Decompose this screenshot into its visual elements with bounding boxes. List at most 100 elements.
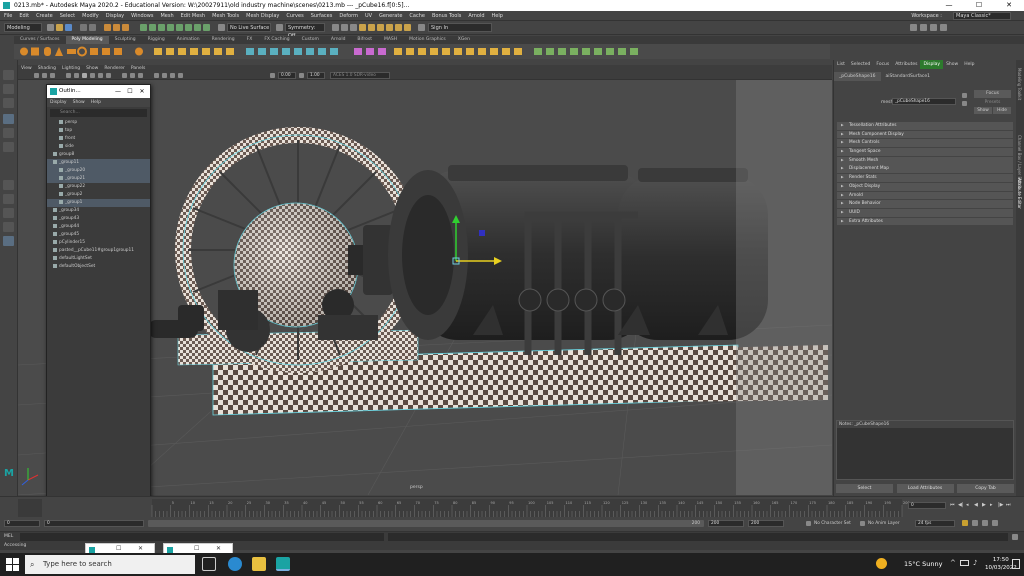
scale-tool-icon[interactable] — [3, 142, 14, 152]
ae-menu-selected[interactable]: Selected — [848, 60, 874, 69]
ae-tab-material[interactable]: aiStandardSurface1 — [881, 72, 936, 81]
snap-point-icon[interactable] — [167, 24, 174, 31]
conform-icon[interactable] — [570, 48, 578, 55]
shelf-tab-rigging[interactable]: Rigging — [142, 36, 171, 44]
outliner-item[interactable]: persp — [47, 119, 150, 127]
menu-help[interactable]: Help — [492, 13, 503, 19]
outliner-item[interactable]: _group11 — [47, 159, 150, 167]
exposure-field[interactable]: 0.00 — [278, 72, 296, 79]
live-surface-dropdown[interactable]: No Live Surface — [227, 23, 271, 32]
lights-icon[interactable] — [98, 73, 103, 78]
outliner-item[interactable]: defaultObjectSet — [47, 263, 150, 271]
windows-start-icon[interactable] — [6, 558, 20, 572]
go-to-start-icon[interactable]: ⏮ — [950, 502, 958, 508]
center-pivot-icon[interactable] — [618, 48, 626, 55]
attribute-section-header[interactable]: Render Stats — [837, 174, 1013, 182]
camera-attributes-icon[interactable] — [42, 73, 47, 78]
shelf-tab-custom[interactable]: Custom — [296, 36, 325, 44]
mesh-name-field[interactable]: _pCubeShape16 — [892, 98, 956, 105]
script-editor-icon[interactable] — [1012, 534, 1018, 540]
gamma-field[interactable]: 1.00 — [307, 72, 325, 79]
menu-create[interactable]: Create — [36, 13, 53, 19]
shelf-tab-curves-surfaces[interactable]: Curves / Surfaces — [14, 36, 66, 44]
play-forwards-icon[interactable]: ▶ — [982, 502, 990, 508]
ae-menu-focus[interactable]: Focus — [873, 60, 892, 69]
menu-mesh[interactable]: Mesh — [160, 13, 173, 19]
persp-outliner-layout-icon[interactable] — [3, 236, 14, 246]
outliner-item[interactable]: _group43 — [47, 215, 150, 223]
attribute-section-header[interactable]: Displacement Map — [837, 165, 1013, 174]
attribute-section-header[interactable]: Extra Attributes — [837, 217, 1013, 226]
menu-set-dropdown[interactable]: Modeling — [4, 23, 42, 32]
select-object-icon[interactable] — [113, 24, 120, 31]
slide-edge-icon[interactable] — [430, 48, 438, 55]
isolate-select-icon[interactable] — [122, 73, 127, 78]
super-shape-icon[interactable] — [114, 48, 122, 55]
shelf-tab-poly-modeling[interactable]: Poly Modeling — [65, 36, 109, 44]
open-scene-icon[interactable] — [56, 24, 63, 31]
snap-view-icon[interactable] — [203, 24, 210, 31]
attribute-section-header[interactable]: Node Behavior — [837, 200, 1013, 208]
snap-grid-icon[interactable] — [149, 24, 156, 31]
shelf-tab-mash[interactable]: MASH — [378, 36, 403, 44]
animation-prefs-icon[interactable] — [992, 520, 998, 526]
fill-hole-icon[interactable] — [282, 48, 290, 55]
outliner-item[interactable]: _group1 — [47, 199, 150, 207]
shelf-tab-bifrost[interactable]: Bifrost — [351, 36, 378, 44]
menu-deform[interactable]: Deform — [339, 13, 358, 19]
playback-end-field[interactable]: 200 — [708, 520, 744, 527]
uv-editor-icon[interactable] — [378, 48, 386, 55]
new-scene-icon[interactable] — [47, 24, 54, 31]
battery-icon[interactable] — [960, 560, 969, 566]
vp-menu-lighting[interactable]: Lighting — [59, 65, 83, 72]
maximize-button[interactable]: ☐ — [964, 0, 994, 11]
ae-menu-show[interactable]: Show — [943, 60, 961, 69]
poly-cube-icon[interactable] — [31, 47, 39, 56]
sound-icon[interactable] — [972, 520, 978, 526]
load-attributes-button[interactable]: Load Attributes — [896, 484, 954, 493]
attribute-section-header[interactable]: Mesh Controls — [837, 139, 1013, 148]
select-button[interactable]: Select — [836, 484, 893, 493]
undo-icon[interactable] — [80, 24, 87, 31]
duplicate-face-icon[interactable] — [466, 48, 474, 55]
character-set-dropdown[interactable]: No Character Set — [814, 520, 851, 527]
menu-uv[interactable]: UV — [365, 13, 372, 19]
render-settings-icon[interactable] — [350, 24, 357, 31]
quadrangulate-icon[interactable] — [594, 48, 602, 55]
menu-surfaces[interactable]: Surfaces — [311, 13, 333, 19]
tray-chevron-icon[interactable]: ^ — [950, 559, 956, 567]
redo-icon[interactable] — [89, 24, 96, 31]
presets-button[interactable]: Presets — [974, 99, 1011, 106]
menu-windows[interactable]: Windows — [131, 13, 153, 19]
float-close-button[interactable]: ✕ — [138, 545, 143, 552]
field-chart-icon[interactable] — [170, 73, 175, 78]
maya-taskbar-icon[interactable] — [276, 557, 290, 571]
select-camera-icon[interactable] — [34, 73, 39, 78]
delete-edge-icon[interactable] — [514, 48, 522, 55]
tank-front[interactable] — [388, 165, 648, 340]
live-surface-icon[interactable] — [218, 24, 225, 31]
anim-layer-icon[interactable] — [860, 521, 865, 526]
float-restore-button[interactable]: ☐ — [194, 545, 199, 552]
freeze-transform-icon[interactable] — [630, 48, 638, 55]
outliner-title-bar[interactable]: Outlin... — ☐ ✕ — [47, 85, 150, 98]
go-to-end-icon[interactable]: ⏭ — [1006, 502, 1014, 508]
anim-layer-dropdown[interactable]: No Anim Layer — [868, 520, 900, 527]
exposure-icon[interactable] — [270, 73, 275, 78]
outliner-menu-display[interactable]: Display — [47, 98, 70, 107]
vp-menu-panels[interactable]: Panels — [128, 65, 148, 72]
fps-dropdown[interactable]: 24 fps — [915, 520, 955, 527]
outliner-item[interactable]: pasted__pCube11#group1group11 — [47, 247, 150, 255]
bridge-icon[interactable] — [258, 48, 266, 55]
vp-menu-shading[interactable]: Shading — [35, 65, 59, 72]
outliner-item[interactable]: _group44 — [47, 223, 150, 231]
attribute-section-header[interactable]: UUID — [837, 208, 1013, 217]
show-button[interactable]: Show — [974, 107, 992, 114]
step-back-frame-icon[interactable]: ◂ — [966, 502, 974, 508]
arnold-light-icon[interactable] — [404, 24, 411, 31]
merge-icon[interactable] — [490, 48, 498, 55]
ae-menu-display[interactable]: Display — [920, 60, 944, 69]
attribute-section-header[interactable]: Tessellation Attributes — [837, 122, 1013, 130]
wedge-icon[interactable] — [454, 48, 462, 55]
hypershade-icon[interactable] — [359, 24, 366, 31]
